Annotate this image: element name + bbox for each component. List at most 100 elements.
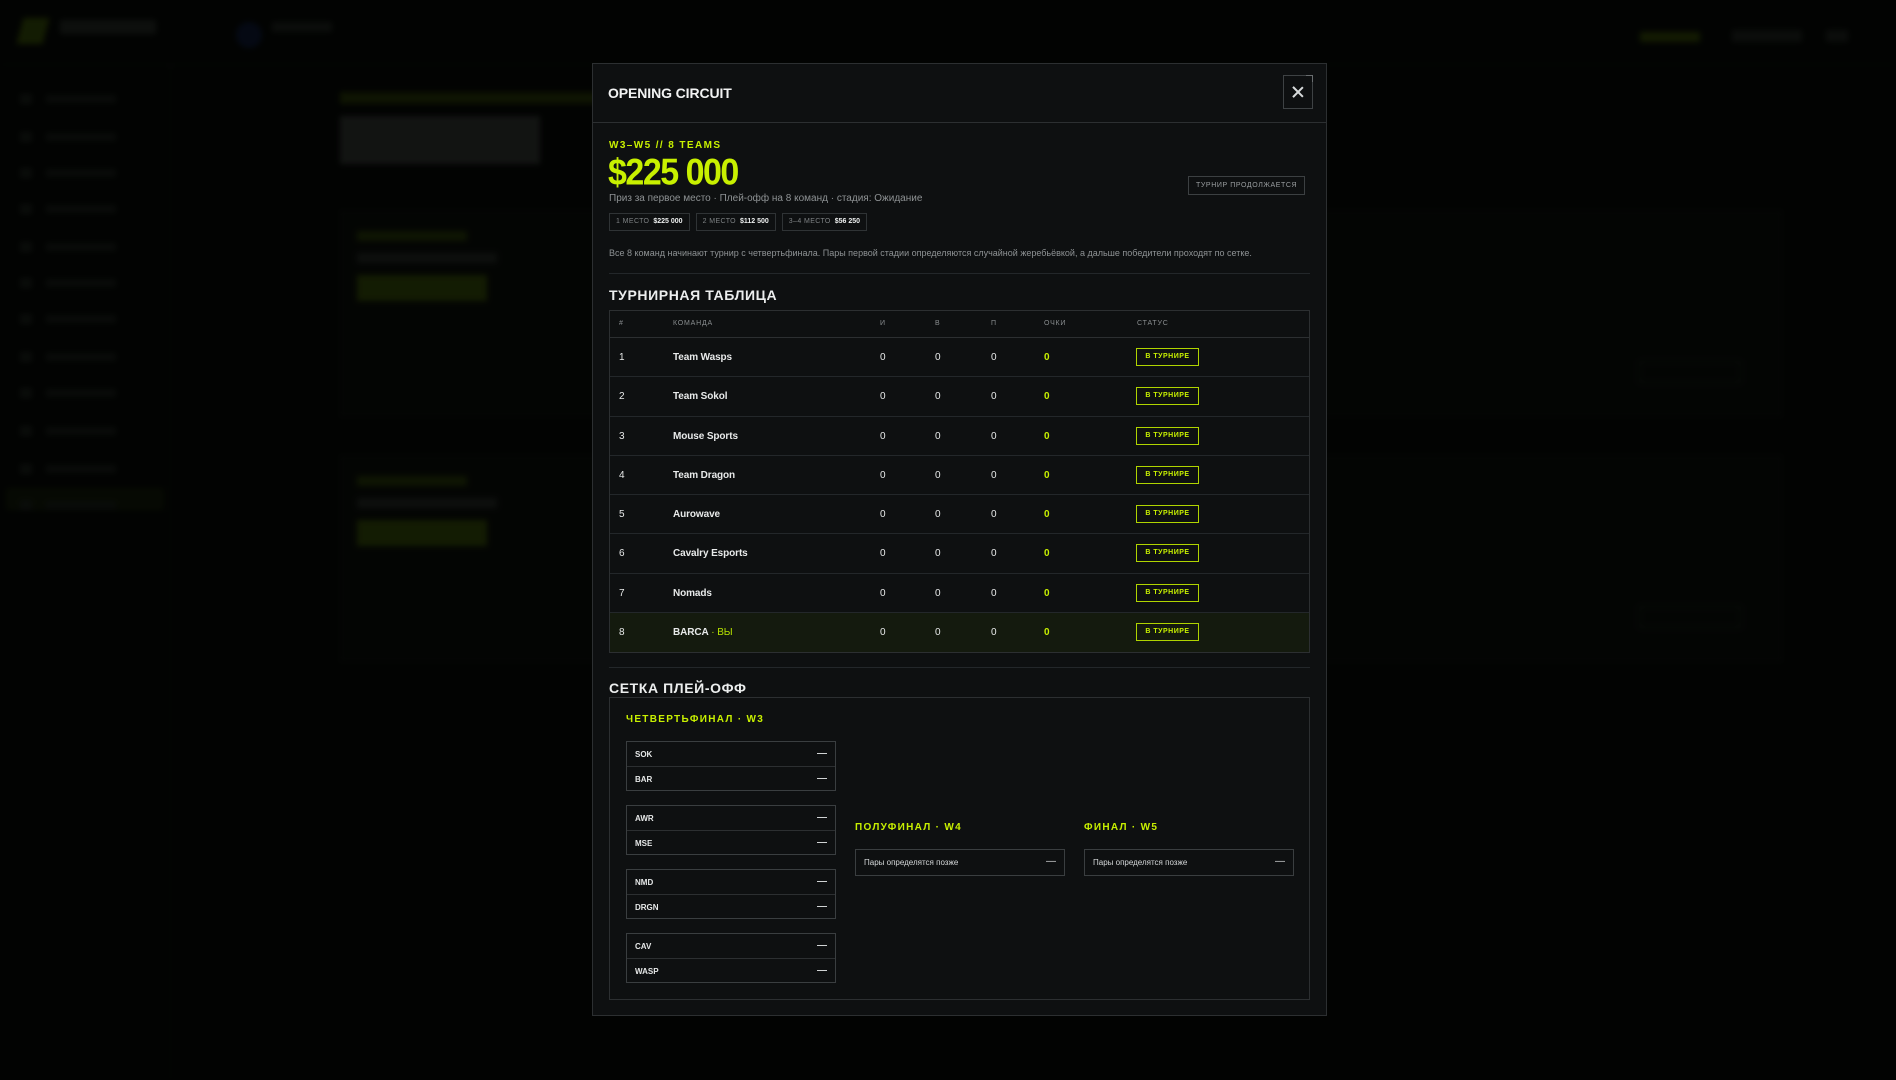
column-header: КОМАНДА (673, 320, 714, 327)
quarterfinal-match[interactable]: NMD — DRGN — (626, 869, 836, 919)
close-button[interactable] (1283, 75, 1313, 109)
team-cell: Team Wasps (673, 352, 732, 363)
team-abbr: MSE (635, 839, 653, 848)
won-cell: 0 (935, 469, 941, 481)
final-match[interactable]: Пары определятся позже — (1084, 849, 1294, 876)
position-cell: 2 (619, 391, 625, 403)
table-row[interactable]: 1 Team Wasps 0 0 0 0 В ТУРНИРЕ (610, 338, 1309, 378)
prize-chip: 1 МЕСТО $225 000 (609, 213, 690, 231)
table-row[interactable]: 7 Nomads 0 0 0 0 В ТУРНИРЕ (610, 574, 1309, 614)
match-score: — (817, 940, 827, 951)
standings-table: # КОМАНДА И В П ОЧКИ СТАТУС 1 Team Wasps 0… (609, 310, 1310, 654)
divider (609, 273, 1310, 274)
played-cell: 0 (880, 469, 886, 481)
you-tag: · ВЫ (708, 627, 733, 639)
lost-cell: 0 (991, 430, 997, 442)
prize-chip: 3–4 МЕСТО $56 250 (781, 213, 868, 231)
standings-title: ТУРНИРНАЯ ТАБЛИЦА (609, 287, 778, 303)
status-badge: В ТУРНИРЕ (1136, 623, 1199, 642)
points-cell: 0 (1044, 509, 1050, 521)
status-badge: В ТУРНИРЕ (1136, 465, 1199, 484)
team-name: BARCA (673, 627, 709, 639)
status-badge: ТУРНИР ПРОДОЛЖАЕТСЯ (1188, 176, 1306, 195)
prize-distribution: 1 МЕСТО $225 000 2 МЕСТО $112 500 3–4 МЕСТ… (609, 213, 868, 231)
semifinal-match[interactable]: Пары определятся позже — (855, 849, 1065, 876)
position-cell: 1 (619, 352, 625, 363)
points-cell: 0 (1044, 587, 1050, 599)
match-slot: DRGN — (627, 894, 835, 918)
table-row[interactable]: 6 Cavalry Esports 0 0 0 0 В ТУРНИРЕ (610, 534, 1309, 574)
divider (609, 667, 1310, 668)
tournament-modal: OPENING CIRCUIT W3–W5 // 8 TEAMS $225 00… (592, 63, 1327, 1016)
won-cell: 0 (935, 627, 941, 639)
won-cell: 0 (935, 430, 941, 442)
column-header: СТАТУС (1137, 320, 1169, 327)
team-cell: Cavalry Esports (673, 548, 748, 559)
table-row[interactable]: 8 BARCA · ВЫ 0 0 0 0 В ТУРНИРЕ (610, 613, 1309, 653)
match-score: — (817, 812, 827, 823)
team-cell: Team Sokol (673, 391, 727, 402)
points-cell: 0 (1044, 627, 1050, 639)
match-score: — (817, 773, 827, 784)
played-cell: 0 (880, 391, 886, 403)
modal-title: OPENING CIRCUIT (608, 85, 732, 101)
quarterfinal-match[interactable]: CAV — WASP — (626, 933, 836, 983)
won-cell: 0 (935, 548, 941, 560)
position-cell: 8 (619, 627, 625, 639)
match-score: — (817, 748, 827, 759)
team-cell: Aurowave (673, 509, 720, 520)
played-cell: 0 (880, 430, 886, 442)
match-score: — (817, 901, 827, 912)
played-cell: 0 (880, 627, 886, 639)
team-cell: Nomads (673, 588, 712, 599)
team-abbr: WASP (635, 967, 659, 976)
played-cell: 0 (880, 352, 886, 363)
team-abbr: CAV (635, 942, 652, 951)
points-cell: 0 (1044, 430, 1050, 442)
team-cell: Team Dragon (673, 470, 735, 481)
points-cell: 0 (1044, 352, 1050, 363)
semifinal-title: ПОЛУФИНАЛ · W4 (855, 822, 962, 833)
position-cell: 7 (619, 587, 625, 599)
points-cell: 0 (1044, 548, 1050, 560)
column-header: # (619, 320, 624, 327)
match-slot: MSE — (627, 830, 835, 854)
column-header: И (880, 320, 886, 327)
table-header: # КОМАНДА И В П ОЧКИ СТАТУС (610, 311, 1309, 338)
team-name: Team Wasps (673, 352, 733, 363)
team-name: Cavalry Esports (673, 548, 748, 560)
status-badge: В ТУРНИРЕ (1136, 426, 1199, 445)
match-slot: AWR — (627, 806, 835, 830)
match-score: — (817, 837, 827, 848)
status-badge: В ТУРНИРЕ (1136, 583, 1199, 602)
table-row[interactable]: 3 Mouse Sports 0 0 0 0 В ТУРНИРЕ (610, 417, 1309, 456)
position-cell: 6 (619, 548, 625, 560)
tournament-description: Все 8 команд начинают турнир с четвертьф… (609, 248, 1252, 258)
modal-header: OPENING CIRCUIT (593, 64, 1326, 123)
bracket-title: СЕТКА ПЛЕЙ-ОФФ (609, 680, 747, 696)
team-abbr: BAR (635, 775, 653, 784)
quarterfinal-match[interactable]: SOK — BAR — (626, 741, 836, 791)
played-cell: 0 (880, 548, 886, 560)
table-row[interactable]: 5 Aurowave 0 0 0 0 В ТУРНИРЕ (610, 495, 1309, 535)
close-icon (1292, 86, 1304, 98)
lost-cell: 0 (991, 469, 997, 481)
team-name: Nomads (673, 587, 712, 599)
lost-cell: 0 (991, 627, 997, 639)
column-header: П (991, 320, 997, 327)
tournament-kicker: W3–W5 // 8 TEAMS (609, 140, 722, 151)
won-cell: 0 (935, 587, 941, 599)
won-cell: 0 (935, 352, 941, 363)
lost-cell: 0 (991, 391, 997, 403)
team-cell: Mouse Sports (673, 431, 738, 442)
match-slot: Пары определятся позже — (1093, 856, 1285, 867)
won-cell: 0 (935, 509, 941, 521)
lost-cell: 0 (991, 587, 997, 599)
table-row[interactable]: 4 Team Dragon 0 0 0 0 В ТУРНИРЕ (610, 456, 1309, 496)
table-row[interactable]: 2 Team Sokol 0 0 0 0 В ТУРНИРЕ (610, 377, 1309, 417)
position-cell: 5 (619, 509, 625, 521)
team-name: Team Dragon (673, 469, 736, 481)
points-cell: 0 (1044, 469, 1050, 481)
quarterfinal-match[interactable]: AWR — MSE — (626, 805, 836, 855)
playoff-bracket: ЧЕТВЕРТЬФИНАЛ · W3 SOK — BAR — AWR — MSE — NMD — D… (609, 697, 1310, 1000)
